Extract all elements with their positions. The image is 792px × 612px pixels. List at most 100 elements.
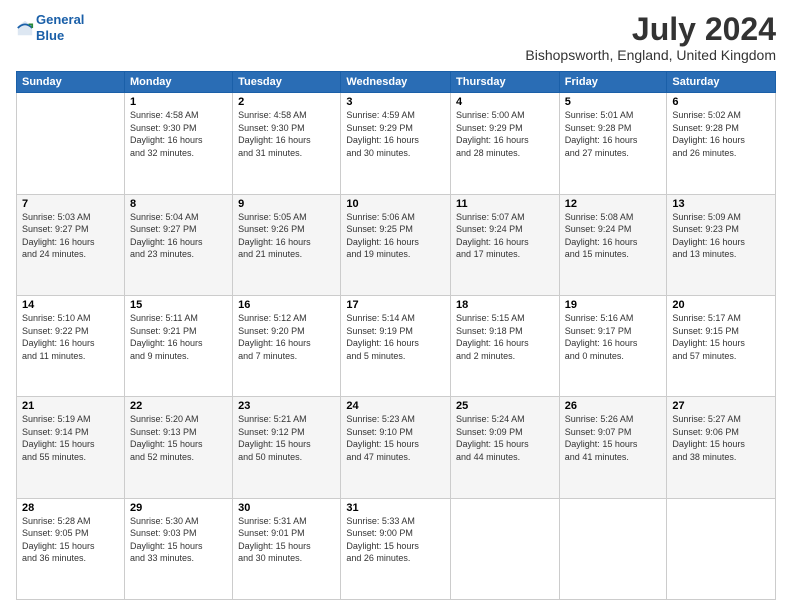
cell-date: 6 bbox=[672, 96, 770, 108]
cell-info: Sunrise: 5:10 AM Sunset: 9:22 PM Dayligh… bbox=[22, 312, 119, 362]
calendar-week-3: 14Sunrise: 5:10 AM Sunset: 9:22 PM Dayli… bbox=[17, 295, 776, 396]
logo-line1: General bbox=[36, 12, 84, 27]
cell-info: Sunrise: 5:03 AM Sunset: 9:27 PM Dayligh… bbox=[22, 211, 119, 261]
table-row: 7Sunrise: 5:03 AM Sunset: 9:27 PM Daylig… bbox=[17, 194, 125, 295]
cell-info: Sunrise: 5:19 AM Sunset: 9:14 PM Dayligh… bbox=[22, 413, 119, 463]
cell-date: 26 bbox=[565, 400, 662, 412]
cell-date: 22 bbox=[130, 400, 227, 412]
calendar-table: Sunday Monday Tuesday Wednesday Thursday… bbox=[16, 71, 776, 600]
cell-info: Sunrise: 5:21 AM Sunset: 9:12 PM Dayligh… bbox=[238, 413, 335, 463]
cell-date: 7 bbox=[22, 198, 119, 210]
cell-info: Sunrise: 5:16 AM Sunset: 9:17 PM Dayligh… bbox=[565, 312, 662, 362]
table-row: 9Sunrise: 5:05 AM Sunset: 9:26 PM Daylig… bbox=[233, 194, 341, 295]
table-row: 20Sunrise: 5:17 AM Sunset: 9:15 PM Dayli… bbox=[667, 295, 776, 396]
title-block: July 2024 Bishopsworth, England, United … bbox=[525, 12, 776, 63]
cell-date: 19 bbox=[565, 299, 662, 311]
cell-info: Sunrise: 5:01 AM Sunset: 9:28 PM Dayligh… bbox=[565, 109, 662, 159]
table-row: 23Sunrise: 5:21 AM Sunset: 9:12 PM Dayli… bbox=[233, 397, 341, 498]
cell-date: 23 bbox=[238, 400, 335, 412]
cell-date: 10 bbox=[346, 198, 445, 210]
table-row: 16Sunrise: 5:12 AM Sunset: 9:20 PM Dayli… bbox=[233, 295, 341, 396]
cell-date: 11 bbox=[456, 198, 554, 210]
cell-date: 20 bbox=[672, 299, 770, 311]
cell-info: Sunrise: 5:24 AM Sunset: 9:09 PM Dayligh… bbox=[456, 413, 554, 463]
table-row bbox=[667, 498, 776, 599]
cell-date: 14 bbox=[22, 299, 119, 311]
cell-info: Sunrise: 5:06 AM Sunset: 9:25 PM Dayligh… bbox=[346, 211, 445, 261]
cell-info: Sunrise: 4:58 AM Sunset: 9:30 PM Dayligh… bbox=[238, 109, 335, 159]
cell-info: Sunrise: 5:31 AM Sunset: 9:01 PM Dayligh… bbox=[238, 515, 335, 565]
cell-date: 31 bbox=[346, 502, 445, 514]
cell-date: 4 bbox=[456, 96, 554, 108]
cell-date: 8 bbox=[130, 198, 227, 210]
calendar-header-row: Sunday Monday Tuesday Wednesday Thursday… bbox=[17, 72, 776, 93]
header: General Blue July 2024 Bishopsworth, Eng… bbox=[16, 12, 776, 63]
logo-text: General Blue bbox=[36, 12, 84, 43]
table-row: 27Sunrise: 5:27 AM Sunset: 9:06 PM Dayli… bbox=[667, 397, 776, 498]
table-row: 18Sunrise: 5:15 AM Sunset: 9:18 PM Dayli… bbox=[451, 295, 560, 396]
cell-date: 28 bbox=[22, 502, 119, 514]
cell-info: Sunrise: 5:09 AM Sunset: 9:23 PM Dayligh… bbox=[672, 211, 770, 261]
table-row: 3Sunrise: 4:59 AM Sunset: 9:29 PM Daylig… bbox=[341, 93, 451, 194]
calendar-week-1: 1 Sunrise: 4:58 AM Sunset: 9:30 PM Daylig… bbox=[17, 93, 776, 194]
table-row: 5Sunrise: 5:01 AM Sunset: 9:28 PM Daylig… bbox=[559, 93, 667, 194]
table-row bbox=[17, 93, 125, 194]
table-row bbox=[451, 498, 560, 599]
main-title: July 2024 bbox=[525, 12, 776, 47]
cell-date: 21 bbox=[22, 400, 119, 412]
header-friday: Friday bbox=[559, 72, 667, 93]
header-thursday: Thursday bbox=[451, 72, 560, 93]
table-row: 10Sunrise: 5:06 AM Sunset: 9:25 PM Dayli… bbox=[341, 194, 451, 295]
table-row: 15Sunrise: 5:11 AM Sunset: 9:21 PM Dayli… bbox=[124, 295, 232, 396]
cell-date: 16 bbox=[238, 299, 335, 311]
table-row: 12Sunrise: 5:08 AM Sunset: 9:24 PM Dayli… bbox=[559, 194, 667, 295]
logo-icon bbox=[16, 19, 34, 37]
cell-info: Sunrise: 5:15 AM Sunset: 9:18 PM Dayligh… bbox=[456, 312, 554, 362]
cell-date: 1 bbox=[130, 96, 227, 108]
cell-info: Sunrise: 5:17 AM Sunset: 9:15 PM Dayligh… bbox=[672, 312, 770, 362]
cell-date: 29 bbox=[130, 502, 227, 514]
cell-info: Sunrise: 5:26 AM Sunset: 9:07 PM Dayligh… bbox=[565, 413, 662, 463]
table-row: 26Sunrise: 5:26 AM Sunset: 9:07 PM Dayli… bbox=[559, 397, 667, 498]
cell-info: Sunrise: 5:14 AM Sunset: 9:19 PM Dayligh… bbox=[346, 312, 445, 362]
cell-info: Sunrise: 5:28 AM Sunset: 9:05 PM Dayligh… bbox=[22, 515, 119, 565]
table-row: 4Sunrise: 5:00 AM Sunset: 9:29 PM Daylig… bbox=[451, 93, 560, 194]
cell-date: 3 bbox=[346, 96, 445, 108]
cell-info: Sunrise: 5:07 AM Sunset: 9:24 PM Dayligh… bbox=[456, 211, 554, 261]
table-row: 13Sunrise: 5:09 AM Sunset: 9:23 PM Dayli… bbox=[667, 194, 776, 295]
table-row: 2Sunrise: 4:58 AM Sunset: 9:30 PM Daylig… bbox=[233, 93, 341, 194]
cell-date: 5 bbox=[565, 96, 662, 108]
table-row: 6Sunrise: 5:02 AM Sunset: 9:28 PM Daylig… bbox=[667, 93, 776, 194]
cell-info: Sunrise: 5:02 AM Sunset: 9:28 PM Dayligh… bbox=[672, 109, 770, 159]
cell-info: Sunrise: 5:30 AM Sunset: 9:03 PM Dayligh… bbox=[130, 515, 227, 565]
table-row: 31Sunrise: 5:33 AM Sunset: 9:00 PM Dayli… bbox=[341, 498, 451, 599]
header-monday: Monday bbox=[124, 72, 232, 93]
header-tuesday: Tuesday bbox=[233, 72, 341, 93]
cell-info: Sunrise: 5:11 AM Sunset: 9:21 PM Dayligh… bbox=[130, 312, 227, 362]
table-row: 25Sunrise: 5:24 AM Sunset: 9:09 PM Dayli… bbox=[451, 397, 560, 498]
logo: General Blue bbox=[16, 12, 84, 43]
calendar-week-4: 21Sunrise: 5:19 AM Sunset: 9:14 PM Dayli… bbox=[17, 397, 776, 498]
page: General Blue July 2024 Bishopsworth, Eng… bbox=[0, 0, 792, 612]
cell-info: Sunrise: 5:27 AM Sunset: 9:06 PM Dayligh… bbox=[672, 413, 770, 463]
table-row: 1Sunrise: 4:58 AM Sunset: 9:30 PM Daylig… bbox=[124, 93, 232, 194]
cell-info: Sunrise: 5:12 AM Sunset: 9:20 PM Dayligh… bbox=[238, 312, 335, 362]
table-row: 14Sunrise: 5:10 AM Sunset: 9:22 PM Dayli… bbox=[17, 295, 125, 396]
table-row: 29Sunrise: 5:30 AM Sunset: 9:03 PM Dayli… bbox=[124, 498, 232, 599]
subtitle: Bishopsworth, England, United Kingdom bbox=[525, 47, 776, 63]
cell-date: 25 bbox=[456, 400, 554, 412]
calendar-week-5: 28Sunrise: 5:28 AM Sunset: 9:05 PM Dayli… bbox=[17, 498, 776, 599]
cell-info: Sunrise: 5:23 AM Sunset: 9:10 PM Dayligh… bbox=[346, 413, 445, 463]
table-row bbox=[559, 498, 667, 599]
cell-date: 27 bbox=[672, 400, 770, 412]
cell-date: 15 bbox=[130, 299, 227, 311]
header-wednesday: Wednesday bbox=[341, 72, 451, 93]
header-sunday: Sunday bbox=[17, 72, 125, 93]
cell-info: Sunrise: 5:33 AM Sunset: 9:00 PM Dayligh… bbox=[346, 515, 445, 565]
cell-date: 17 bbox=[346, 299, 445, 311]
table-row: 11Sunrise: 5:07 AM Sunset: 9:24 PM Dayli… bbox=[451, 194, 560, 295]
cell-date: 18 bbox=[456, 299, 554, 311]
cell-date: 30 bbox=[238, 502, 335, 514]
cell-info: Sunrise: 5:05 AM Sunset: 9:26 PM Dayligh… bbox=[238, 211, 335, 261]
table-row: 24Sunrise: 5:23 AM Sunset: 9:10 PM Dayli… bbox=[341, 397, 451, 498]
